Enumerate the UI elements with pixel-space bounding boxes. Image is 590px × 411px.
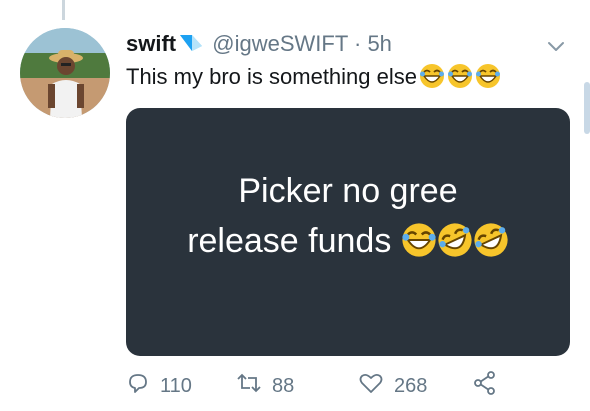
heart-icon [358,371,394,401]
rofl-emoji-icon [437,222,473,272]
tweet-media-image[interactable]: Picker no gree release funds [126,108,570,356]
tweet-text-content: This my bro is something else [126,64,417,89]
media-caption-line1: Picker no gree [238,172,458,210]
verified-badge-icon [178,32,204,61]
thread-connector-line [62,0,65,20]
media-caption: Picker no gree release funds [126,166,570,272]
tweet-timestamp[interactable]: 5h [367,31,391,56]
retweet-count: 88 [272,374,295,397]
header-separator: · [353,31,362,56]
tweet-header: swift @igweSWIFT · 5h [126,30,392,61]
tweet-text: This my bro is something else [126,63,501,96]
share-icon [472,370,508,402]
rofl-emoji-icon [473,222,509,272]
laughing-emoji-icon [447,63,473,96]
reply-button[interactable]: 110 [126,370,192,402]
retweet-button[interactable]: 88 [236,370,294,402]
media-caption-line2-row: release funds [126,216,570,272]
avatar[interactable] [20,28,110,118]
like-button[interactable]: 268 [358,370,427,402]
media-caption-line2: release funds [187,222,392,260]
like-count: 268 [394,374,428,397]
laughing-emoji-icon [419,63,445,96]
scrollbar-thumb[interactable] [584,82,590,134]
reply-icon [126,371,160,401]
author-handle[interactable]: @igweSWIFT [212,31,348,56]
chevron-down-icon[interactable] [544,34,568,58]
author-name[interactable]: swift [126,31,176,56]
avatar-photo [20,28,110,118]
reply-count: 110 [160,374,192,397]
laughing-emoji-icon [475,63,501,96]
laughing-emoji-icon [401,222,437,272]
tweet-actions: 110 88 268 [126,370,570,402]
share-button[interactable] [472,370,508,402]
retweet-icon [236,371,272,401]
